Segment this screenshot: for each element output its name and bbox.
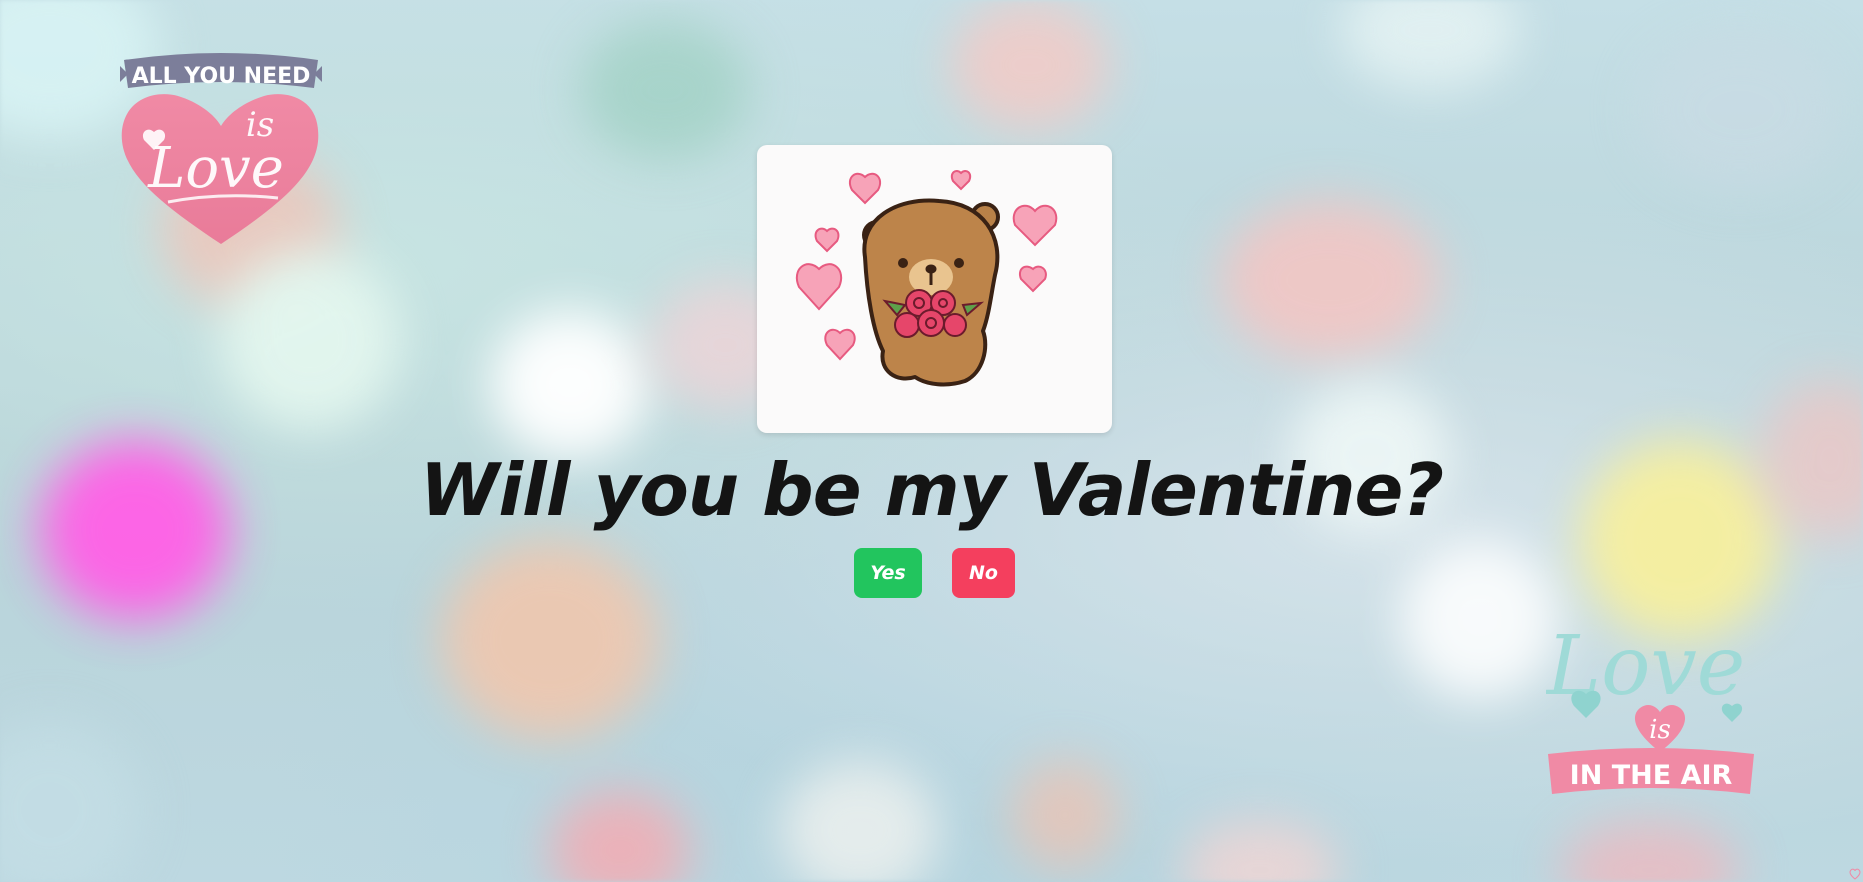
teddy-bear-icon	[796, 170, 1058, 387]
bear	[862, 198, 1000, 387]
yes-button[interactable]: Yes	[854, 548, 922, 598]
heart-outline-icon	[1849, 868, 1861, 880]
valentine-prompt: Will you be my Valentine? Yes No	[0, 0, 1863, 882]
no-button[interactable]: No	[952, 548, 1015, 598]
teddy-bear-image	[757, 145, 1112, 433]
page-title: Will you be my Valentine?	[419, 448, 1444, 532]
